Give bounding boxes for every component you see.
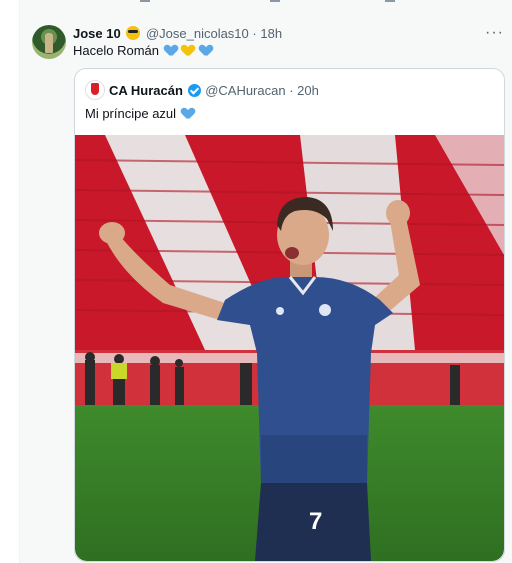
tweet-card[interactable]: Jose 10 @Jose_nicolas10 · 18h ··· Hacelo… [20,0,512,563]
display-name[interactable]: Jose 10 [73,26,121,41]
user-avatar[interactable] [32,25,66,59]
club-crest-avatar[interactable] [85,80,105,100]
quoted-display-name[interactable]: CA Huracán [109,83,183,98]
more-options-icon[interactable]: ··· [485,24,504,42]
left-gutter [0,0,20,563]
tweet-text: Hacelo Román [73,43,212,58]
quoted-text-content: Mi príncipe azul [85,106,177,121]
quoted-tweet-time[interactable]: 20h [297,83,319,98]
quoted-tweet[interactable]: CA Huracán @CAHuracan · 20h Mi príncipe … [74,68,505,562]
blue-heart-icon [200,45,212,56]
yellow-heart-icon [182,45,194,56]
quoted-user-handle[interactable]: @CAHuracan [205,83,285,98]
tweet-photo[interactable]: 7 [75,135,504,561]
sunglasses-emoji-icon [126,26,141,40]
tweet-time[interactable]: 18h [260,26,282,41]
blue-heart-icon [165,45,177,56]
jersey-number-label: 7 [309,508,322,535]
tweet-header: Jose 10 @Jose_nicolas10 · 18h [73,26,283,41]
quoted-tweet-text: Mi príncipe azul [85,106,194,121]
quoted-tweet-header: CA Huracán @CAHuracan · 20h [109,83,319,98]
verified-badge-icon [187,84,201,97]
user-handle[interactable]: @Jose_nicolas10 [146,26,249,41]
tweet-text-content: Hacelo Román [73,43,159,58]
blue-heart-icon [182,108,194,119]
previous-tweet-actions [20,0,512,4]
